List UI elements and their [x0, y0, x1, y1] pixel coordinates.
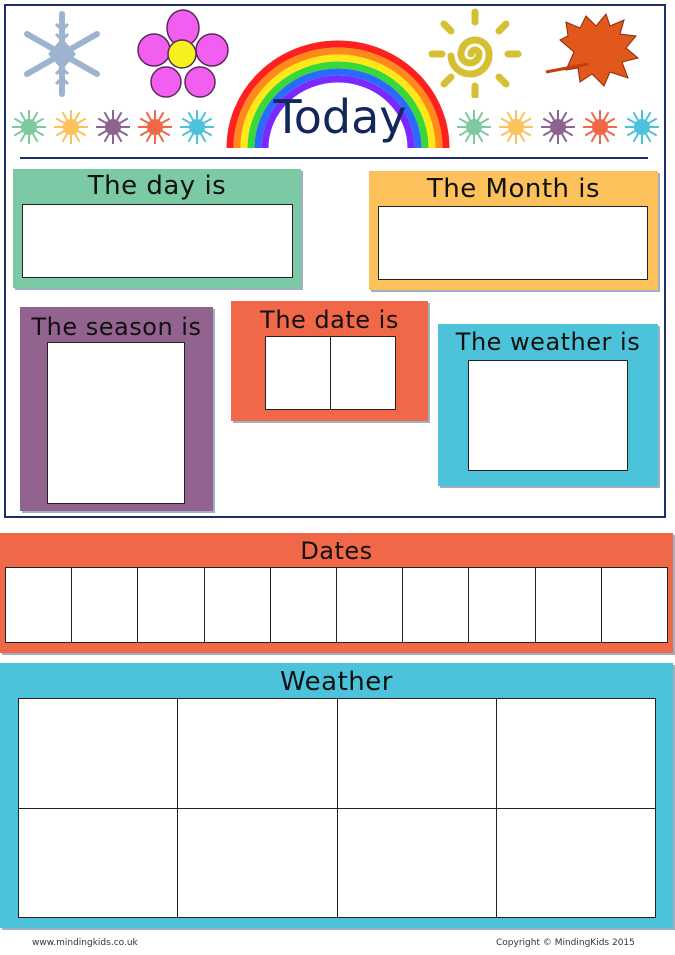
date-answer-grid — [265, 336, 396, 410]
day-card: The day is — [13, 169, 301, 288]
weather-answer-box[interactable] — [468, 360, 628, 471]
date-digit-box[interactable] — [266, 337, 331, 410]
weather-card: The weather is — [438, 324, 658, 486]
weather-label: The weather is — [455, 328, 641, 356]
weather-grid — [18, 698, 656, 918]
weather-strip: Weather — [0, 663, 673, 928]
dates-grid — [5, 567, 668, 643]
sun-icon — [428, 8, 522, 98]
paint-splat-icon — [180, 110, 214, 144]
autumn-leaf-icon — [545, 12, 640, 87]
month-answer-box[interactable] — [378, 206, 648, 280]
paint-splat-icon — [12, 110, 46, 144]
month-label: The Month is — [426, 174, 601, 204]
weather-slot[interactable] — [19, 699, 179, 809]
snowflake-icon — [24, 11, 100, 97]
season-answer-box[interactable] — [47, 342, 185, 504]
day-answer-box[interactable] — [22, 204, 293, 278]
weather-slot[interactable] — [178, 808, 338, 918]
date-slot[interactable] — [336, 568, 404, 643]
date-digit-box[interactable] — [331, 337, 396, 410]
footer-copyright: Copyright © MindingKids 2015 — [496, 938, 635, 948]
weather-slot[interactable] — [496, 699, 656, 809]
date-slot[interactable] — [601, 568, 668, 643]
season-label: The season is — [31, 313, 202, 341]
paint-splat-icon — [541, 110, 575, 144]
weather-slot[interactable] — [178, 699, 338, 809]
paint-splat-icon — [96, 110, 130, 144]
weather-strip-label: Weather — [280, 667, 393, 697]
date-slot[interactable] — [270, 568, 337, 643]
date-card: The date is — [231, 301, 428, 421]
paint-splat-icon — [457, 110, 491, 144]
paint-splat-icon — [499, 110, 533, 144]
date-slot[interactable] — [204, 568, 271, 643]
header-divider — [20, 157, 648, 159]
paint-splat-icon — [54, 110, 88, 144]
paint-splat-icon — [138, 110, 172, 144]
weather-slot[interactable] — [496, 808, 656, 918]
footer-website: www.mindingkids.co.uk — [32, 938, 138, 948]
date-slot[interactable] — [6, 568, 73, 643]
date-slot[interactable] — [469, 568, 536, 643]
date-slot[interactable] — [535, 568, 602, 643]
date-slot[interactable] — [72, 568, 139, 643]
day-label: The day is — [87, 171, 227, 201]
dates-label: Dates — [300, 537, 373, 565]
dates-strip: Dates — [0, 533, 673, 653]
date-slot[interactable] — [138, 568, 205, 643]
date-label: The date is — [260, 306, 399, 334]
flower-icon — [137, 9, 229, 98]
page-title: Today — [273, 90, 407, 144]
weather-slot[interactable] — [337, 699, 497, 809]
date-slot[interactable] — [403, 568, 470, 643]
weather-slot[interactable] — [337, 808, 497, 918]
month-card: The Month is — [369, 171, 658, 290]
season-card: The season is — [20, 307, 213, 511]
paint-splat-icon — [583, 110, 617, 144]
weather-slot[interactable] — [19, 808, 179, 918]
paint-splat-icon — [625, 110, 659, 144]
